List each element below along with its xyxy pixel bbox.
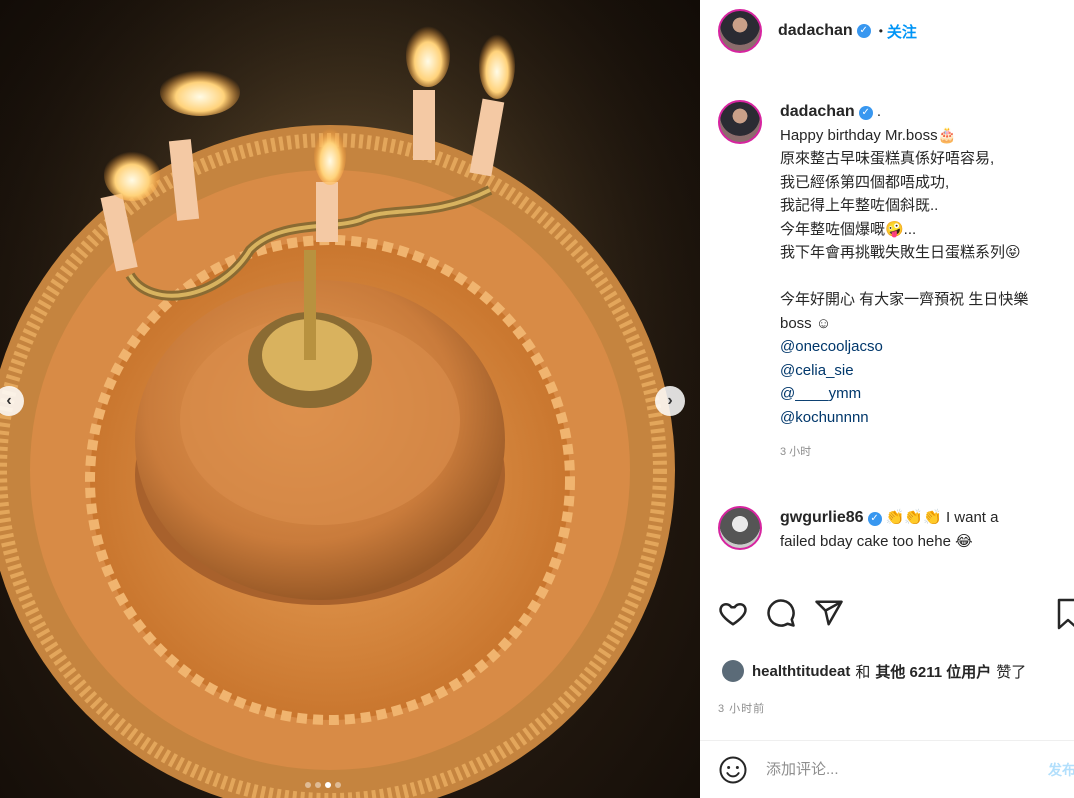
caption-period: . (876, 103, 882, 120)
mention-link[interactable]: @celia_sie (780, 359, 1028, 383)
follow-button[interactable]: 关注 (887, 21, 917, 42)
comment-text: failed bday cake too hehe 😂 (780, 533, 973, 550)
caption-line: 今年整咗個爆嘅🤪... (780, 220, 917, 238)
emoji-icon[interactable] (718, 755, 748, 785)
likes-suffix: 赞了 (996, 663, 1027, 681)
caption-timestamp[interactable]: 3 小时 (780, 441, 1028, 465)
commenter-username[interactable]: gwgurlie86 (780, 509, 864, 526)
heart-icon[interactable] (718, 598, 748, 628)
mention-link[interactable]: @onecooljacso (780, 335, 1028, 359)
verified-badge-icon: ✓ (856, 24, 871, 38)
post-comment-button[interactable]: 发布 (1048, 760, 1074, 780)
caption-author-line: dadachan ✓ . (780, 100, 1028, 124)
author-avatar[interactable] (718, 9, 762, 53)
comment-input[interactable] (766, 761, 1026, 778)
cake-photo-illustration (0, 0, 700, 798)
post-actions (718, 598, 1074, 638)
caption-author-avatar[interactable] (718, 100, 762, 144)
verified-badge-icon: ✓ (867, 512, 882, 526)
carousel-dot (305, 782, 311, 788)
carousel-dots (305, 782, 341, 788)
post-header: dadachan ✓ • 关注 (700, 0, 1074, 62)
carousel-dot (315, 782, 321, 788)
likes-summary: healthtitudeat 和 其他 6211 位用户 赞了 (722, 660, 1026, 682)
carousel-next-button[interactable]: › (655, 386, 685, 416)
add-comment-bar: 发布 (700, 741, 1074, 798)
post-caption: dadachan ✓ . Happy birthday Mr.boss🎂 原來整古… (718, 100, 1063, 465)
liker-avatar[interactable] (722, 660, 744, 682)
likes-others-count[interactable]: 其他 6211 位用户 (875, 661, 991, 682)
mention-link[interactable]: @____ymm (780, 382, 1028, 406)
caption-username[interactable]: dadachan (780, 103, 855, 120)
verified-badge-icon: ✓ (858, 106, 873, 120)
carousel-dot (335, 782, 341, 788)
caption-line: 我已經係第四個都唔成功, (780, 173, 950, 191)
caption-body: dadachan ✓ . Happy birthday Mr.boss🎂 原來整古… (780, 100, 1028, 465)
caption-line: 今年好開心 有大家一齊預祝 生日快樂 (780, 291, 1029, 308)
comment-text: 👏👏👏 I want a (885, 509, 999, 526)
bookmark-icon[interactable] (1056, 598, 1074, 630)
caption-line: 我下年會再挑戰失敗生日蛋糕系列😝 (780, 244, 1021, 261)
post-photo: ‹ › (0, 0, 700, 798)
comment-icon[interactable] (766, 598, 796, 628)
caption-line: boss ☺ (780, 314, 832, 332)
chevron-left-icon: ‹ (6, 392, 12, 409)
likes-connector: 和 (855, 663, 871, 681)
post-side-panel: dadachan ✓ • 关注 dadachan ✓ . Happy birthd… (700, 0, 1074, 798)
comment-item: gwgurlie86 ✓ 👏👏👏 I want a failed bday cak… (718, 506, 1063, 554)
carousel-dot-active (325, 782, 331, 788)
caption-line: Happy birthday Mr.boss🎂 (780, 126, 957, 144)
mention-link[interactable]: @kochunnnn (780, 406, 1028, 430)
liker-username[interactable]: healthtitudeat (752, 663, 850, 680)
post-timestamp[interactable]: 3 小时前 (718, 700, 765, 716)
share-icon[interactable] (814, 598, 844, 628)
caption-line: 原來整古早味蛋糕真係好唔容易, (780, 150, 995, 167)
chevron-right-icon: › (667, 392, 673, 409)
author-username[interactable]: dadachan (778, 22, 853, 40)
separator-dot: • (878, 24, 883, 38)
commenter-avatar[interactable] (718, 506, 762, 550)
comment-body: gwgurlie86 ✓ 👏👏👏 I want a failed bday cak… (780, 506, 998, 554)
caption-line: 我記得上年整咗個斜既.. (780, 197, 939, 214)
